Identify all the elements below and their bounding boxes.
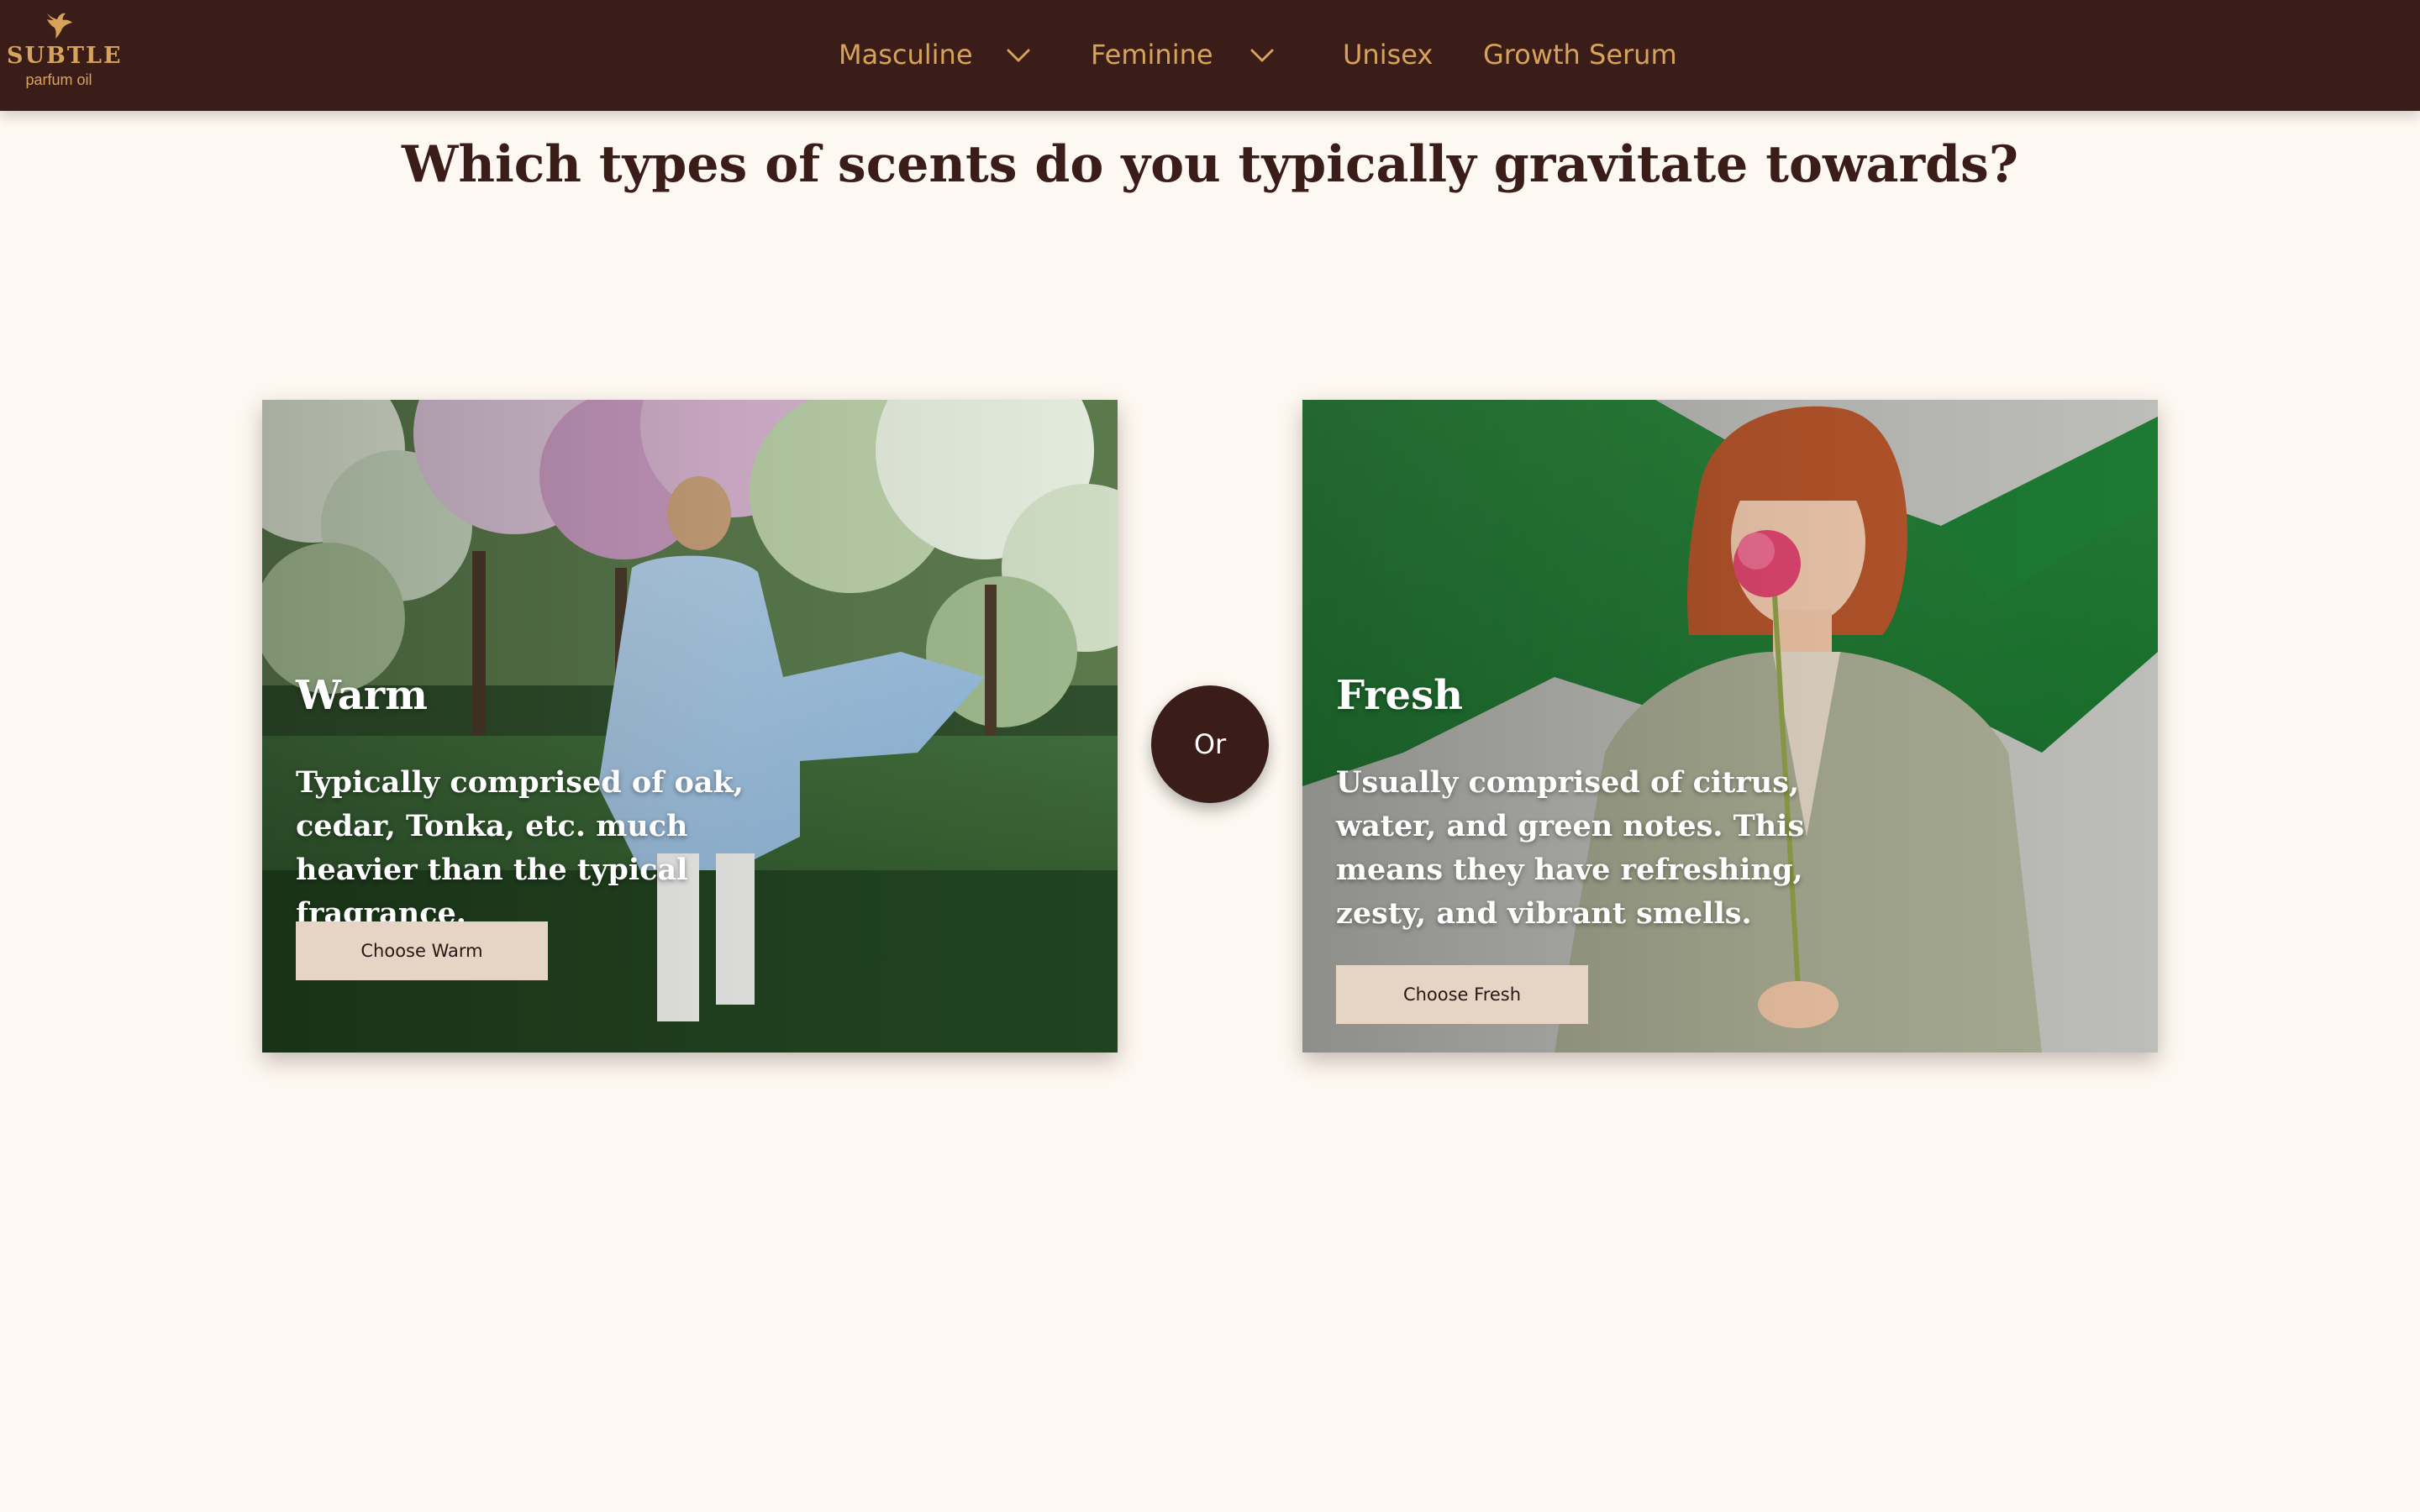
chevron-down-icon[interactable]: [1249, 42, 1276, 69]
nav-item-unisex[interactable]: Unisex: [1343, 34, 1433, 76]
brand-name: SUBTLE: [7, 43, 123, 69]
card-overlay: [1302, 400, 2158, 1053]
top-navbar: SUBTLE parfum oil Masculine Feminine Uni…: [0, 0, 2420, 111]
brand-tagline: parfum oil: [25, 71, 92, 88]
chevron-down-icon[interactable]: [1005, 42, 1032, 69]
nav-item-masculine[interactable]: Masculine: [839, 34, 973, 76]
scent-card-fresh: Fresh Usually comprised of citrus, water…: [1302, 400, 2158, 1053]
brand-logo[interactable]: SUBTLE parfum oil: [7, 10, 123, 94]
nav-item-growth-serum[interactable]: Growth Serum: [1483, 34, 1677, 76]
page-title: Which types of scents do you typically g…: [402, 135, 2018, 194]
bird-icon: [47, 13, 72, 39]
card-description-warm: Typically comprised of oak, cedar, Tonka…: [296, 765, 744, 931]
choose-fresh-button[interactable]: Choose Fresh: [1336, 965, 1588, 1024]
card-title-warm: Warm: [296, 672, 428, 719]
card-title-fresh: Fresh: [1336, 672, 1463, 719]
choose-warm-button[interactable]: Choose Warm: [296, 921, 548, 980]
or-divider: Or: [1151, 685, 1269, 803]
card-description-fresh: Usually comprised of citrus, water, and …: [1336, 765, 1805, 931]
nav-item-feminine[interactable]: Feminine: [1091, 34, 1213, 76]
scent-card-warm: Warm Typically comprised of oak, cedar, …: [262, 400, 1118, 1053]
